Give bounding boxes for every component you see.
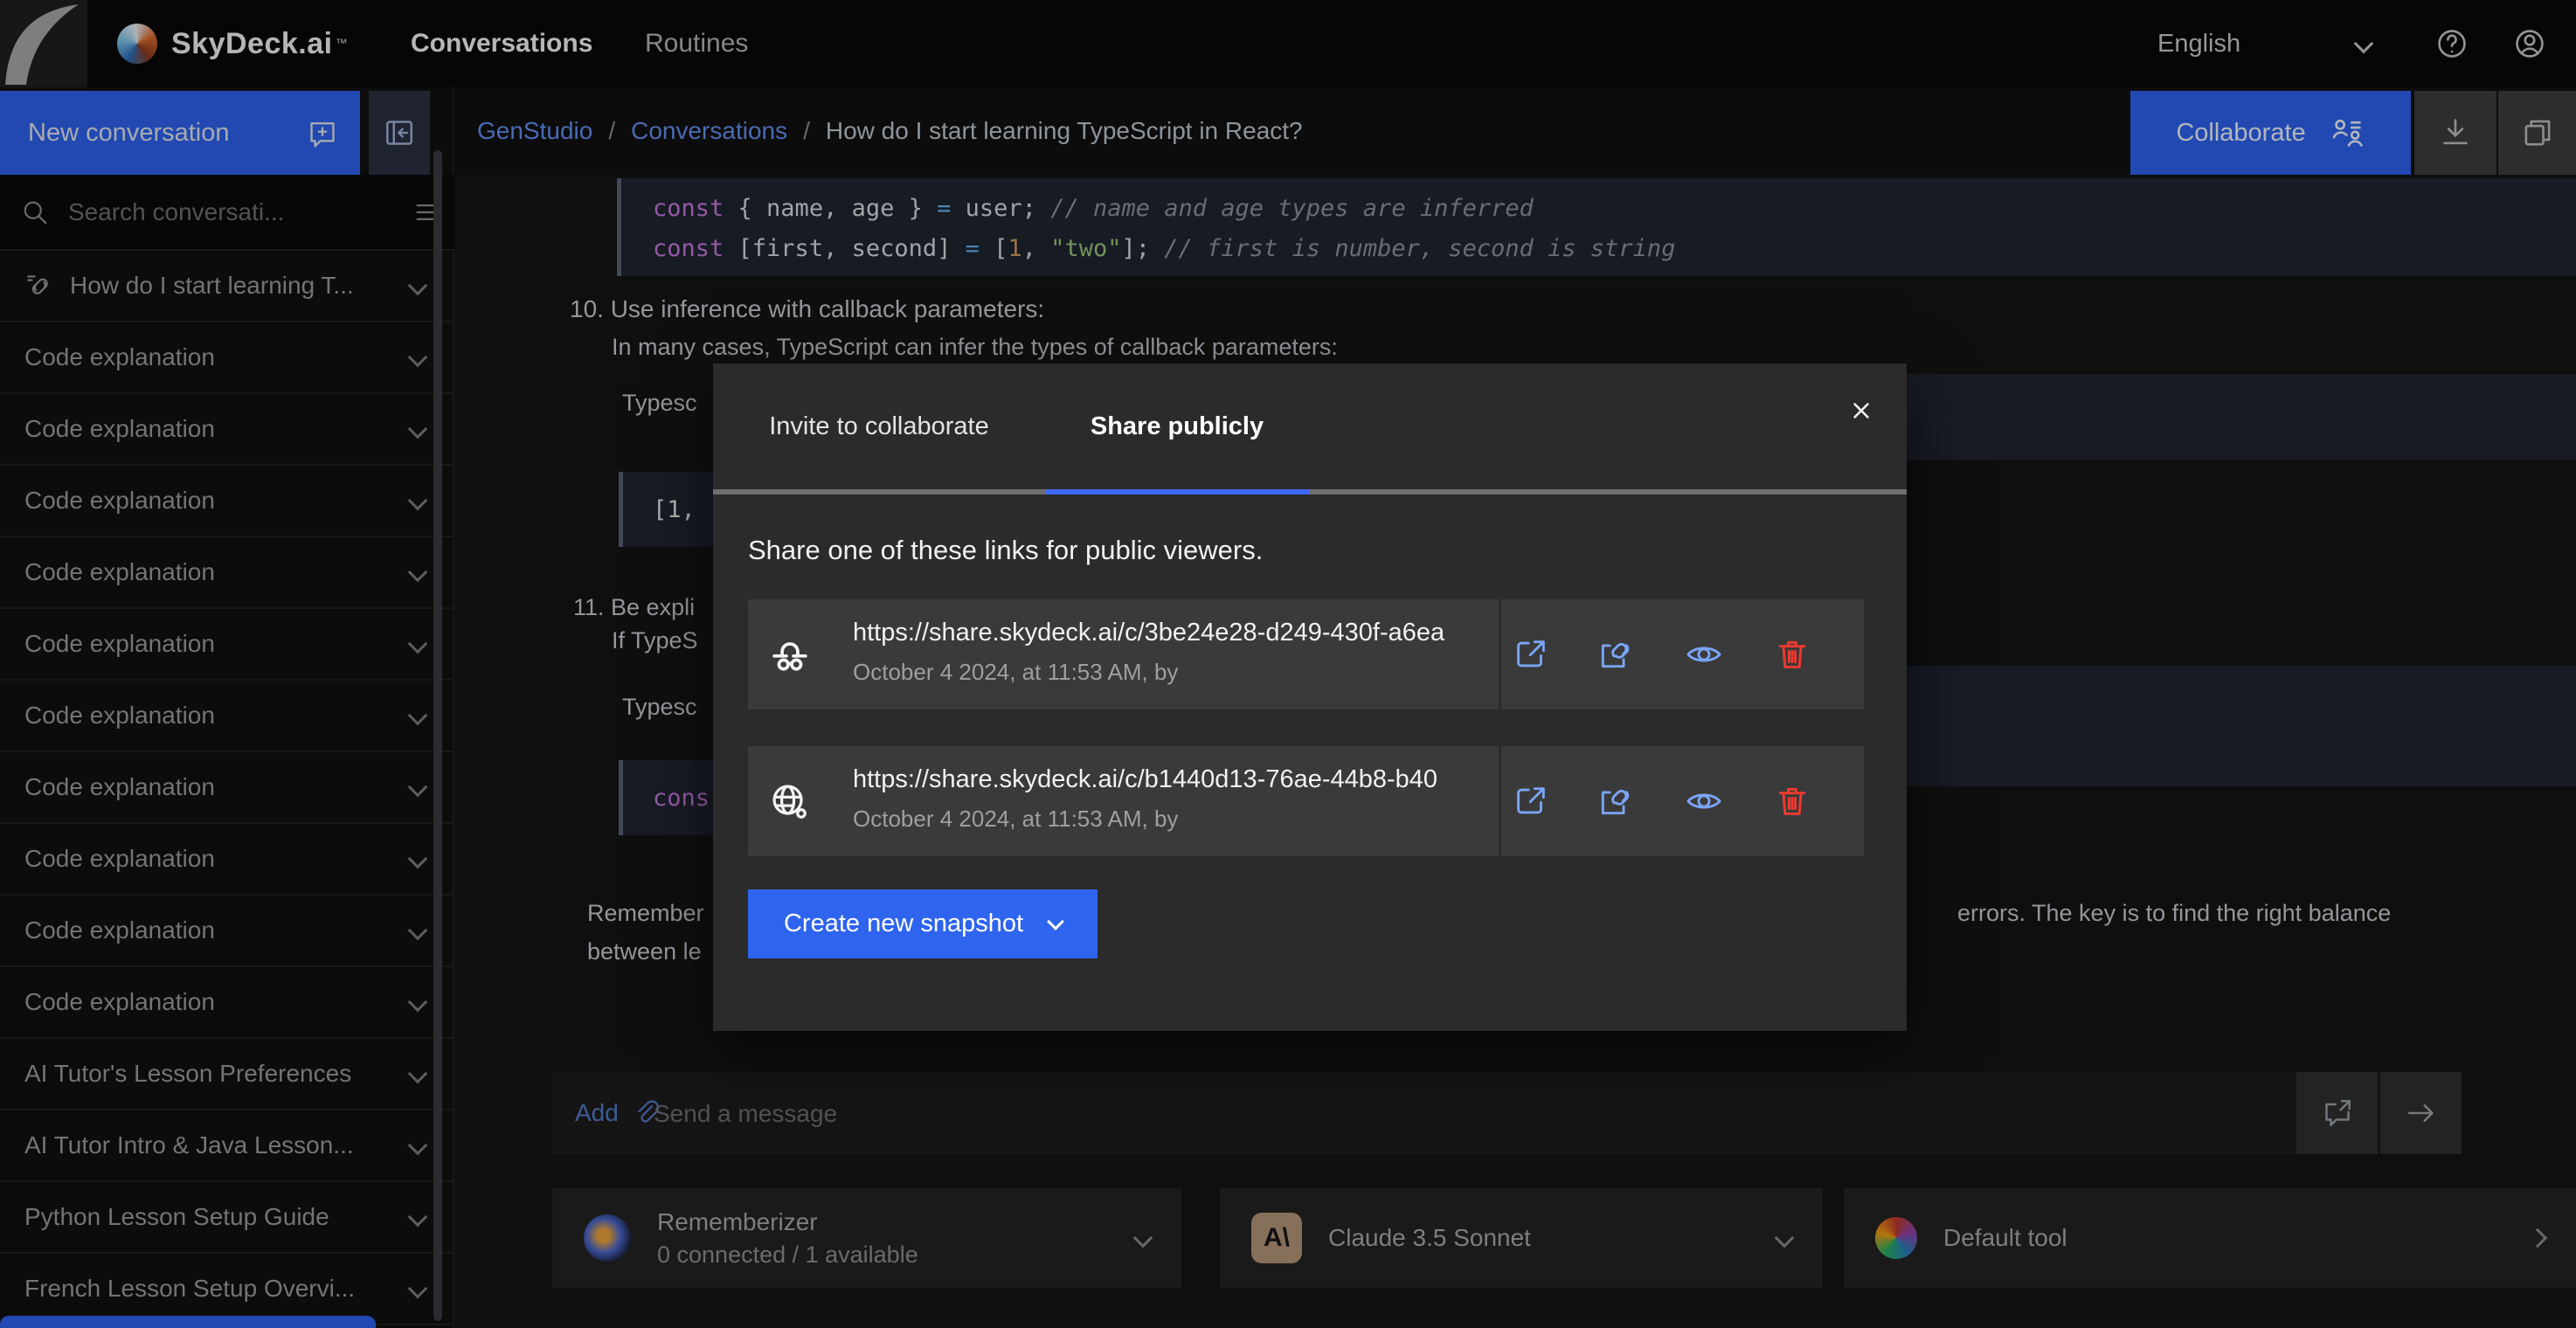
close-icon[interactable]: [1844, 393, 1879, 428]
tab-invite-to-collaborate[interactable]: Invite to collaborate: [713, 363, 1045, 489]
active-tab-underline: [1045, 489, 1309, 495]
create-snapshot-button[interactable]: Create new snapshot: [748, 889, 1098, 958]
globe-icon: [767, 779, 813, 825]
share-link-row: https://share.skydeck.ai/c/3be24e28-d249…: [748, 599, 1864, 709]
open-link-icon[interactable]: [1511, 634, 1551, 674]
divider: [1499, 746, 1501, 856]
share-meta: October 4 2024, at 11:53 AM, by: [853, 659, 1178, 686]
create-snapshot-label: Create new snapshot: [784, 910, 1023, 938]
copy-link-icon[interactable]: [1595, 781, 1635, 821]
view-count-icon[interactable]: [1684, 781, 1724, 821]
share-modal: Invite to collaborate Share publicly Sha…: [713, 363, 1907, 1031]
incognito-icon: [767, 633, 813, 678]
copy-link-icon[interactable]: [1595, 634, 1635, 674]
open-link-icon[interactable]: [1511, 781, 1551, 821]
modal-tab-bar: Invite to collaborate Share publicly: [713, 363, 1907, 495]
delete-link-icon[interactable]: [1772, 781, 1812, 821]
share-url[interactable]: https://share.skydeck.ai/c/b1440d13-76ae…: [853, 765, 1485, 794]
tab-label: Share publicly: [1091, 412, 1264, 441]
chevron-down-icon: [1047, 913, 1064, 930]
divider: [1499, 599, 1501, 709]
share-lead-text: Share one of these links for public view…: [748, 535, 1263, 566]
share-url[interactable]: https://share.skydeck.ai/c/3be24e28-d249…: [853, 619, 1485, 647]
tab-share-publicly[interactable]: Share publicly: [1045, 363, 1309, 489]
delete-link-icon[interactable]: [1772, 634, 1812, 674]
share-link-row: https://share.skydeck.ai/c/b1440d13-76ae…: [748, 746, 1864, 856]
share-meta: October 4 2024, at 11:53 AM, by: [853, 806, 1178, 833]
app-root: SkyDeck.ai™ Conversations Routines Engli…: [0, 0, 2576, 1328]
view-count-icon[interactable]: [1684, 634, 1724, 674]
tab-label: Invite to collaborate: [769, 412, 988, 441]
